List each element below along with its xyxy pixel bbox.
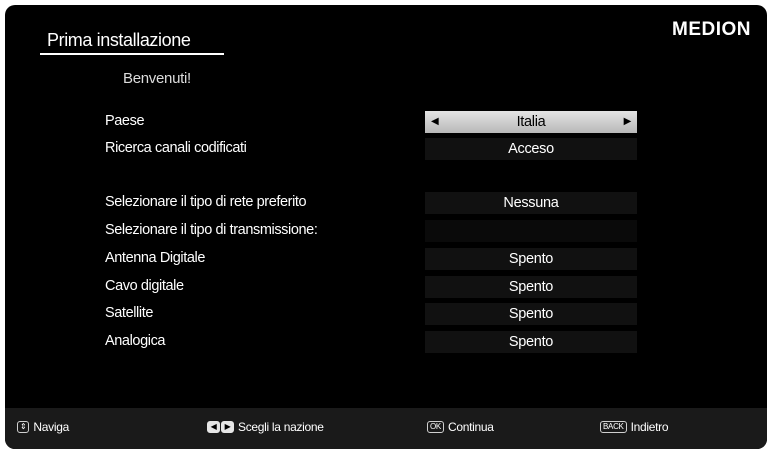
setting-row-cable-digital[interactable]: Cavo digitale Spento: [5, 274, 767, 300]
hint-label: Indietro: [630, 420, 669, 434]
setting-value: Italia: [516, 114, 546, 130]
setting-row-antenna-digital[interactable]: Antenna Digitale Spento: [5, 246, 767, 272]
left-arrow-icon[interactable]: ◀: [431, 111, 439, 133]
setting-value[interactable]: Acceso: [425, 138, 637, 160]
setting-label: Cavo digitale: [105, 278, 184, 294]
right-arrow-icon: ▶: [221, 421, 234, 433]
setting-value-empty: [425, 220, 637, 242]
hint-country: ◀ ▶ Scegli la nazione: [207, 420, 324, 434]
hint-navigate: ⇕ Naviga: [17, 420, 69, 434]
setting-label: Satellite: [105, 305, 153, 321]
tv-screen: Prima installazione MEDION Benvenuti! Pa…: [5, 5, 767, 449]
ok-key-icon: OK: [427, 421, 444, 433]
setting-label: Selezionare il tipo di transmissione:: [105, 222, 318, 238]
setting-value[interactable]: Spento: [425, 303, 637, 325]
welcome-text: Benvenuti!: [123, 70, 191, 87]
hint-continue: OK Continua: [427, 420, 494, 434]
setting-row-transmission-heading: Selezionare il tipo di transmissione:: [5, 218, 767, 244]
title-underline: [40, 53, 224, 55]
setting-value[interactable]: Spento: [425, 248, 637, 270]
country-selector[interactable]: ◀ Italia ▶: [425, 111, 637, 133]
page-title: Prima installazione: [47, 30, 191, 50]
setting-value[interactable]: Nessuna: [425, 192, 637, 214]
hint-label: Continua: [447, 420, 494, 434]
right-arrow-icon[interactable]: ▶: [624, 111, 632, 133]
hint-label: Naviga: [33, 420, 69, 434]
hint-label: Scegli la nazione: [238, 420, 324, 434]
back-key-icon: BACK: [600, 421, 627, 433]
setting-value[interactable]: Spento: [425, 276, 637, 298]
setting-row-network-type[interactable]: Selezionare il tipo di rete preferito Ne…: [5, 190, 767, 216]
setting-value[interactable]: Spento: [425, 331, 637, 353]
brand-logo: MEDION: [672, 19, 751, 40]
setting-row-encrypted-search[interactable]: Ricerca canali codificati Acceso: [5, 136, 767, 162]
updown-icon: ⇕: [17, 421, 30, 433]
setting-label: Antenna Digitale: [105, 250, 206, 266]
setting-row-analog[interactable]: Analogica Spento: [5, 329, 767, 355]
hint-back: BACK Indietro: [600, 420, 669, 434]
setting-label: Ricerca canali codificati: [105, 140, 247, 156]
left-arrow-icon: ◀: [207, 421, 220, 433]
setting-label: Analogica: [105, 333, 166, 349]
footer-hint-bar: ⇕ Naviga ◀ ▶ Scegli la nazione OK Contin…: [5, 408, 767, 449]
setting-row-country[interactable]: Paese ◀ Italia ▶: [5, 109, 767, 135]
setting-label: Selezionare il tipo di rete preferito: [105, 194, 307, 210]
setting-row-satellite[interactable]: Satellite Spento: [5, 301, 767, 327]
setting-label: Paese: [105, 113, 145, 129]
